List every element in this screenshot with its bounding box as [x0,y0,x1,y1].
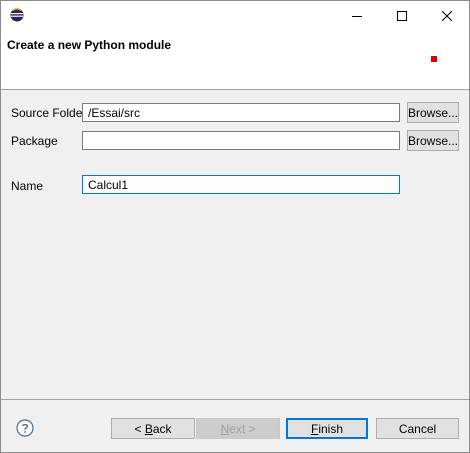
package-input[interactable] [82,131,400,150]
source-folder-label: Source Folder [11,106,87,120]
help-icon[interactable] [16,419,34,437]
next-button-label: ext > [229,421,256,436]
title-bar [1,1,469,31]
back-button-mnemonic: B [144,421,153,436]
wizard-title: Create a new Python module [7,38,172,52]
close-icon [441,11,452,21]
eclipse-app-icon [10,8,24,22]
maximize-button[interactable] [379,1,424,31]
source-folder-input[interactable] [82,103,400,122]
browse-package-button[interactable]: Browse... [407,130,459,151]
name-label: Name [11,179,44,193]
maximize-icon [396,11,407,21]
minimize-icon [351,16,362,17]
status-marker [431,56,437,62]
browse-source-folder-button[interactable]: Browse... [407,102,459,123]
next-button[interactable]: Next > [196,418,280,439]
package-label: Package [11,134,58,148]
back-button-label: ack [152,421,172,436]
next-button-mnemonic: N [220,421,230,436]
finish-button-label: inish [318,421,344,436]
wizard-header: Create a new Python module [1,31,469,90]
cancel-button[interactable]: Cancel [376,418,459,439]
finish-button-mnemonic: F [310,421,319,436]
back-button-prefix: < [134,421,145,436]
new-python-module-dialog: Create a new Python module Source Folder… [0,0,470,453]
close-button[interactable] [424,1,469,31]
bottom-separator [1,399,469,400]
module-name-input[interactable] [82,175,400,194]
minimize-button[interactable] [334,1,379,31]
back-button[interactable]: < Back [111,418,195,439]
finish-button[interactable]: Finish [286,418,368,439]
